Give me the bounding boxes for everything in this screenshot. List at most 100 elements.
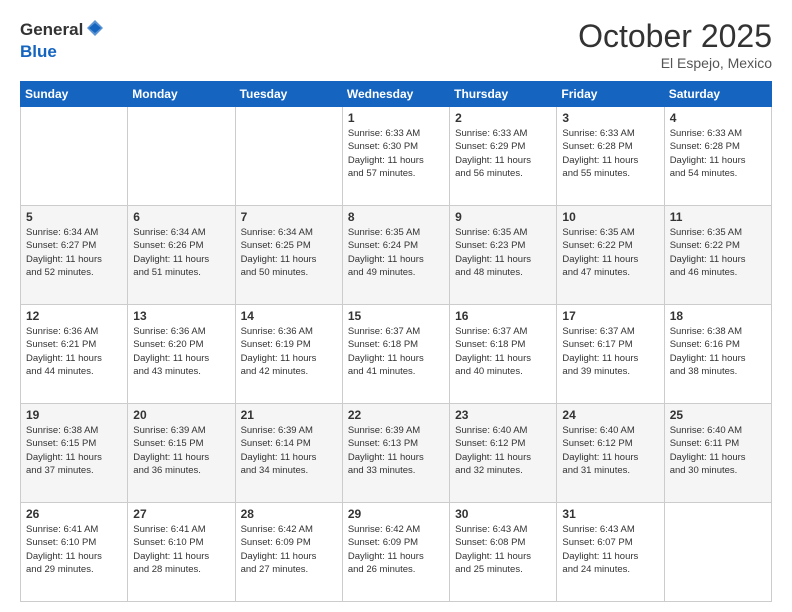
- calendar-cell: 2Sunrise: 6:33 AM Sunset: 6:29 PM Daylig…: [450, 107, 557, 206]
- logo-blue: Blue: [20, 43, 105, 62]
- day-info: Sunrise: 6:35 AM Sunset: 6:24 PM Dayligh…: [348, 226, 444, 279]
- calendar-cell: 21 Sunrise: 6:39 AM Sunset: 6:14 PM Dayli…: [235, 404, 342, 503]
- day-info: Sunrise: 6:41 AM Sunset: 6:10 PM Dayligh…: [26, 523, 122, 576]
- header: General Blue October 2025 El Espejo, Mex…: [20, 18, 772, 71]
- day-info: Sunrise: 6:35 AM Sunset: 6:22 PM Dayligh…: [562, 226, 658, 279]
- calendar-cell: 27 Sunrise: 6:41 AM Sunset: 6:10 PM Dayli…: [128, 503, 235, 602]
- calendar-cell: 4 Sunrise: 6:33 AM Sunset: 6:28 PM Daylig…: [664, 107, 771, 206]
- day-number: 6: [133, 210, 229, 224]
- calendar-cell: 23 Sunrise: 6:40 AM Sunset: 6:12 PM Dayli…: [450, 404, 557, 503]
- day-number: 31: [562, 507, 658, 521]
- calendar-week-1: 5Sunrise: 6:34 AM Sunset: 6:27 PM Daylig…: [21, 206, 772, 305]
- day-number: 19: [26, 408, 122, 422]
- day-number: 11: [670, 210, 766, 224]
- day-info: Sunrise: 6:34 AM Sunset: 6:26 PM Dayligh…: [133, 226, 229, 279]
- calendar-week-2: 12 Sunrise: 6:36 AM Sunset: 6:21 PM Dayli…: [21, 305, 772, 404]
- calendar-cell: 5Sunrise: 6:34 AM Sunset: 6:27 PM Daylig…: [21, 206, 128, 305]
- calendar-cell: 16Sunrise: 6:37 AM Sunset: 6:18 PM Dayli…: [450, 305, 557, 404]
- day-number: 27: [133, 507, 229, 521]
- calendar-cell: 1 Sunrise: 6:33 AM Sunset: 6:30 PM Daylig…: [342, 107, 449, 206]
- day-number: 2: [455, 111, 551, 125]
- calendar-cell: 7Sunrise: 6:34 AM Sunset: 6:25 PM Daylig…: [235, 206, 342, 305]
- calendar-cell: 22 Sunrise: 6:39 AM Sunset: 6:13 PM Dayli…: [342, 404, 449, 503]
- day-number: 25: [670, 408, 766, 422]
- calendar-cell: 10 Sunrise: 6:35 AM Sunset: 6:22 PM Dayli…: [557, 206, 664, 305]
- day-number: 4: [670, 111, 766, 125]
- logo: General Blue: [20, 18, 105, 61]
- day-number: 21: [241, 408, 337, 422]
- day-info: Sunrise: 6:43 AM Sunset: 6:07 PM Dayligh…: [562, 523, 658, 576]
- day-info: Sunrise: 6:34 AM Sunset: 6:27 PM Dayligh…: [26, 226, 122, 279]
- calendar-week-3: 19 Sunrise: 6:38 AM Sunset: 6:15 PM Dayli…: [21, 404, 772, 503]
- day-number: 24: [562, 408, 658, 422]
- calendar-cell: 31 Sunrise: 6:43 AM Sunset: 6:07 PM Dayli…: [557, 503, 664, 602]
- calendar-cell: [664, 503, 771, 602]
- calendar-cell: 12 Sunrise: 6:36 AM Sunset: 6:21 PM Dayli…: [21, 305, 128, 404]
- col-thursday: Thursday: [450, 82, 557, 107]
- day-info: Sunrise: 6:40 AM Sunset: 6:12 PM Dayligh…: [455, 424, 551, 477]
- calendar-header-row: Sunday Monday Tuesday Wednesday Thursday…: [21, 82, 772, 107]
- day-info: Sunrise: 6:36 AM Sunset: 6:21 PM Dayligh…: [26, 325, 122, 378]
- calendar-cell: [128, 107, 235, 206]
- day-info: Sunrise: 6:42 AM Sunset: 6:09 PM Dayligh…: [241, 523, 337, 576]
- day-number: 3: [562, 111, 658, 125]
- location: El Espejo, Mexico: [578, 55, 772, 71]
- calendar-cell: 19 Sunrise: 6:38 AM Sunset: 6:15 PM Dayli…: [21, 404, 128, 503]
- month-title: October 2025: [578, 18, 772, 55]
- day-number: 13: [133, 309, 229, 323]
- day-info: Sunrise: 6:37 AM Sunset: 6:17 PM Dayligh…: [562, 325, 658, 378]
- calendar-cell: 11 Sunrise: 6:35 AM Sunset: 6:22 PM Dayli…: [664, 206, 771, 305]
- day-info: Sunrise: 6:33 AM Sunset: 6:30 PM Dayligh…: [348, 127, 444, 180]
- day-info: Sunrise: 6:36 AM Sunset: 6:19 PM Dayligh…: [241, 325, 337, 378]
- day-number: 22: [348, 408, 444, 422]
- day-info: Sunrise: 6:33 AM Sunset: 6:28 PM Dayligh…: [562, 127, 658, 180]
- day-info: Sunrise: 6:40 AM Sunset: 6:11 PM Dayligh…: [670, 424, 766, 477]
- day-info: Sunrise: 6:34 AM Sunset: 6:25 PM Dayligh…: [241, 226, 337, 279]
- day-info: Sunrise: 6:33 AM Sunset: 6:28 PM Dayligh…: [670, 127, 766, 180]
- calendar-cell: 14 Sunrise: 6:36 AM Sunset: 6:19 PM Dayli…: [235, 305, 342, 404]
- col-wednesday: Wednesday: [342, 82, 449, 107]
- day-number: 10: [562, 210, 658, 224]
- calendar-cell: 9Sunrise: 6:35 AM Sunset: 6:23 PM Daylig…: [450, 206, 557, 305]
- day-info: Sunrise: 6:41 AM Sunset: 6:10 PM Dayligh…: [133, 523, 229, 576]
- day-number: 14: [241, 309, 337, 323]
- day-number: 26: [26, 507, 122, 521]
- logo-general: General: [20, 18, 105, 43]
- day-number: 9: [455, 210, 551, 224]
- calendar-cell: 30Sunrise: 6:43 AM Sunset: 6:08 PM Dayli…: [450, 503, 557, 602]
- day-info: Sunrise: 6:40 AM Sunset: 6:12 PM Dayligh…: [562, 424, 658, 477]
- day-number: 16: [455, 309, 551, 323]
- day-info: Sunrise: 6:38 AM Sunset: 6:15 PM Dayligh…: [26, 424, 122, 477]
- calendar-week-4: 26 Sunrise: 6:41 AM Sunset: 6:10 PM Dayli…: [21, 503, 772, 602]
- day-number: 15: [348, 309, 444, 323]
- logo-icon: [85, 18, 105, 38]
- calendar-cell: [21, 107, 128, 206]
- calendar-cell: 3 Sunrise: 6:33 AM Sunset: 6:28 PM Daylig…: [557, 107, 664, 206]
- calendar-cell: [235, 107, 342, 206]
- calendar: Sunday Monday Tuesday Wednesday Thursday…: [20, 81, 772, 602]
- day-info: Sunrise: 6:39 AM Sunset: 6:15 PM Dayligh…: [133, 424, 229, 477]
- col-sunday: Sunday: [21, 82, 128, 107]
- calendar-cell: 17Sunrise: 6:37 AM Sunset: 6:17 PM Dayli…: [557, 305, 664, 404]
- col-tuesday: Tuesday: [235, 82, 342, 107]
- day-number: 8: [348, 210, 444, 224]
- calendar-cell: 29Sunrise: 6:42 AM Sunset: 6:09 PM Dayli…: [342, 503, 449, 602]
- day-info: Sunrise: 6:37 AM Sunset: 6:18 PM Dayligh…: [348, 325, 444, 378]
- day-number: 12: [26, 309, 122, 323]
- calendar-cell: 6 Sunrise: 6:34 AM Sunset: 6:26 PM Daylig…: [128, 206, 235, 305]
- page: General Blue October 2025 El Espejo, Mex…: [0, 0, 792, 612]
- day-info: Sunrise: 6:39 AM Sunset: 6:14 PM Dayligh…: [241, 424, 337, 477]
- calendar-cell: 25 Sunrise: 6:40 AM Sunset: 6:11 PM Dayli…: [664, 404, 771, 503]
- day-number: 23: [455, 408, 551, 422]
- col-friday: Friday: [557, 82, 664, 107]
- col-monday: Monday: [128, 82, 235, 107]
- day-number: 29: [348, 507, 444, 521]
- day-info: Sunrise: 6:39 AM Sunset: 6:13 PM Dayligh…: [348, 424, 444, 477]
- day-number: 18: [670, 309, 766, 323]
- day-number: 28: [241, 507, 337, 521]
- day-info: Sunrise: 6:35 AM Sunset: 6:22 PM Dayligh…: [670, 226, 766, 279]
- calendar-cell: 18Sunrise: 6:38 AM Sunset: 6:16 PM Dayli…: [664, 305, 771, 404]
- calendar-week-0: 1 Sunrise: 6:33 AM Sunset: 6:30 PM Daylig…: [21, 107, 772, 206]
- calendar-cell: 24 Sunrise: 6:40 AM Sunset: 6:12 PM Dayli…: [557, 404, 664, 503]
- day-number: 1: [348, 111, 444, 125]
